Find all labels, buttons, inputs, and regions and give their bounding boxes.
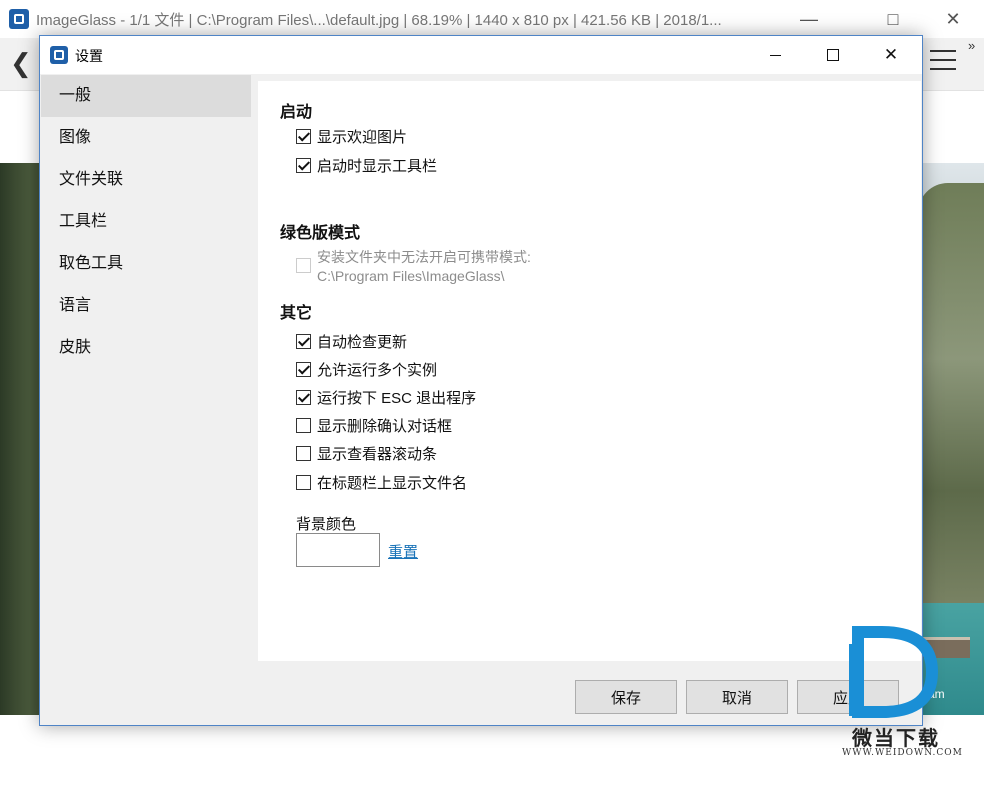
nav-item-general[interactable]: 一般: [41, 75, 251, 117]
portable-heading: 绿色版模式: [280, 225, 361, 242]
confirm-delete-checkbox[interactable]: 显示删除确认对话框: [296, 415, 452, 436]
reset-color-link[interactable]: 重置: [388, 541, 418, 562]
show-scrollbar-checkbox[interactable]: 显示查看器滚动条: [296, 443, 437, 464]
settings-nav: 一般 图像 文件关联 工具栏 取色工具 语言 皮肤: [41, 75, 251, 369]
minimize-icon[interactable]: —: [786, 0, 832, 38]
save-button[interactable]: 保存: [575, 680, 677, 714]
nav-item-toolbar[interactable]: 工具栏: [41, 201, 251, 243]
checkbox-icon[interactable]: [296, 362, 311, 377]
checkbox-label: 在标题栏上显示文件名: [317, 475, 468, 492]
watermark-url: WWW.WEIDOWN.COM: [842, 748, 963, 758]
checkbox-label: 运行按下 ESC 退出程序: [317, 390, 477, 407]
checkbox-icon[interactable]: [296, 129, 311, 144]
nav-item-color-picker[interactable]: 取色工具: [41, 243, 251, 285]
maximize-icon[interactable]: □: [870, 0, 916, 38]
show-welcome-checkbox[interactable]: 显示欢迎图片: [296, 126, 407, 147]
general-settings-panel: 启动 显示欢迎图片 启动时显示工具栏 绿色版模式 安装文件夹中无法开启可携带模式…: [258, 81, 921, 661]
multi-instance-checkbox[interactable]: 允许运行多个实例: [296, 359, 437, 380]
portable-mode-checkbox: 安装文件夹中无法开启可携带模式: C:\Program Files\ImageG…: [296, 248, 531, 286]
watermark-logo: [849, 626, 939, 718]
dialog-title: 设置: [75, 48, 103, 64]
more-chevron-icon[interactable]: »: [968, 38, 975, 53]
background-color-swatch[interactable]: [296, 533, 380, 567]
hamburger-menu-icon[interactable]: [930, 50, 956, 77]
checkbox-icon[interactable]: [296, 158, 311, 173]
app-icon: [9, 9, 29, 29]
checkbox-icon[interactable]: [296, 390, 311, 405]
checkbox-label: 安装文件夹中无法开启可携带模式:: [317, 249, 531, 265]
esc-exit-checkbox[interactable]: 运行按下 ESC 退出程序: [296, 387, 476, 408]
background-window-title: ImageGlass - 1/1 文件 | C:\Program Files\.…: [36, 12, 722, 29]
close-icon[interactable]: ✕: [862, 36, 920, 74]
cancel-button[interactable]: 取消: [686, 680, 788, 714]
maximize-icon[interactable]: [804, 36, 862, 74]
checkbox-label: 允许运行多个实例: [317, 362, 438, 379]
checkbox-icon[interactable]: [296, 446, 311, 461]
other-heading: 其它: [280, 305, 313, 322]
close-icon[interactable]: ✕: [930, 0, 976, 38]
settings-dialog: 设置 ✕ 一般 图像 文件关联 工具栏 取色工具 语言 皮肤 启动 显示欢迎图片…: [39, 35, 923, 726]
checkbox-label: 显示删除确认对话框: [317, 418, 453, 435]
background-titlebar: ImageGlass - 1/1 文件 | C:\Program Files\.…: [0, 0, 984, 38]
nav-item-theme[interactable]: 皮肤: [41, 327, 251, 369]
checkbox-icon: [296, 258, 311, 273]
nav-item-image[interactable]: 图像: [41, 117, 251, 159]
dialog-titlebar: 设置 ✕: [40, 36, 922, 74]
checkbox-label: 显示欢迎图片: [317, 129, 408, 146]
app-icon: [50, 46, 68, 64]
checkbox-label: 启动时显示工具栏: [317, 158, 438, 175]
auto-update-checkbox[interactable]: 自动检查更新: [296, 331, 407, 352]
startup-heading: 启动: [280, 104, 313, 121]
nav-item-file-association[interactable]: 文件关联: [41, 159, 251, 201]
checkbox-icon[interactable]: [296, 334, 311, 349]
checkbox-icon[interactable]: [296, 418, 311, 433]
checkbox-icon[interactable]: [296, 475, 311, 490]
filename-titlebar-checkbox[interactable]: 在标题栏上显示文件名: [296, 472, 467, 493]
show-toolbar-checkbox[interactable]: 启动时显示工具栏: [296, 155, 437, 176]
checkbox-label: 显示查看器滚动条: [317, 446, 438, 463]
minimize-icon[interactable]: [746, 36, 804, 74]
nav-item-language[interactable]: 语言: [41, 285, 251, 327]
watermark-text: 微当下载: [852, 728, 940, 750]
checkbox-label: 自动检查更新: [317, 334, 408, 351]
back-arrow-icon[interactable]: ❮: [10, 48, 32, 79]
background-color-label: 背景颜色: [296, 516, 357, 533]
checkbox-sublabel: C:\Program Files\ImageGlass\: [317, 268, 505, 284]
